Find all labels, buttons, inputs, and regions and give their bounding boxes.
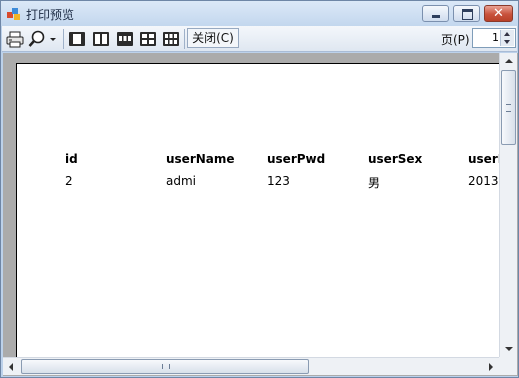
one-page-icon: [69, 32, 85, 46]
page-number-spinner[interactable]: 1: [472, 28, 516, 48]
vertical-scroll-thumb[interactable]: [501, 70, 516, 145]
spin-up-icon[interactable]: [504, 32, 510, 36]
horizontal-scrollbar[interactable]: [3, 357, 499, 375]
page-number-value: 1: [492, 31, 499, 44]
column-header-username: userName: [166, 152, 235, 166]
scroll-down-icon[interactable]: [505, 347, 513, 351]
column-header-id: id: [65, 152, 78, 166]
printer-icon: [6, 31, 24, 48]
page-label: 页(P): [441, 33, 470, 47]
three-pages-icon: [117, 32, 133, 46]
column-header-userpwd: userPwd: [267, 152, 326, 166]
scroll-right-icon[interactable]: [489, 363, 493, 371]
scroll-left-icon[interactable]: [9, 363, 13, 371]
app-icon: [7, 8, 20, 20]
four-pages-icon: [140, 32, 156, 46]
horizontal-scroll-thumb[interactable]: [21, 359, 309, 374]
spinner-arrows[interactable]: [500, 30, 514, 46]
table-cell: admi: [166, 174, 196, 188]
scroll-up-icon[interactable]: [505, 59, 513, 63]
table-cell: 2: [65, 174, 73, 188]
four-pages-button[interactable]: [139, 29, 157, 49]
close-window-button[interactable]: ✕: [484, 5, 513, 22]
three-pages-button[interactable]: [116, 29, 134, 49]
toolbar: 关闭(C) 页(P) 1: [2, 26, 517, 52]
table-cell: 2013-: [468, 174, 503, 188]
print-preview-window: 打印预览 ✕ 关闭(C) 页(P) 1 id userName userPwd …: [0, 0, 519, 378]
maximize-button[interactable]: [453, 5, 480, 22]
preview-page: id userName userPwd userSex userB 2 admi…: [16, 63, 503, 359]
table-cell: 男: [368, 176, 381, 190]
scrollbar-corner: [499, 357, 517, 375]
minimize-button[interactable]: [422, 5, 449, 22]
magnifier-icon: [28, 30, 56, 47]
six-pages-icon: [163, 32, 179, 46]
table-cell: 123: [267, 174, 290, 188]
two-pages-icon: [93, 32, 109, 46]
column-header-usersex: userSex: [368, 152, 423, 166]
toolbar-separator: [63, 29, 64, 49]
close-preview-button[interactable]: 关闭(C): [187, 28, 239, 48]
one-page-button[interactable]: [68, 29, 86, 49]
two-pages-button[interactable]: [92, 29, 110, 49]
close-icon: ✕: [493, 6, 504, 21]
zoom-button[interactable]: [28, 29, 58, 49]
preview-area: id userName userPwd userSex userB 2 admi…: [3, 53, 518, 376]
spin-down-icon[interactable]: [504, 40, 510, 44]
toolbar-separator: [184, 29, 185, 49]
window-title: 打印预览: [26, 8, 75, 22]
column-header-userbirth: userB: [468, 152, 503, 166]
title-bar[interactable]: 打印预览 ✕: [1, 1, 518, 26]
print-button[interactable]: [6, 29, 24, 49]
six-pages-button[interactable]: [162, 29, 180, 49]
vertical-scrollbar[interactable]: [499, 53, 517, 357]
